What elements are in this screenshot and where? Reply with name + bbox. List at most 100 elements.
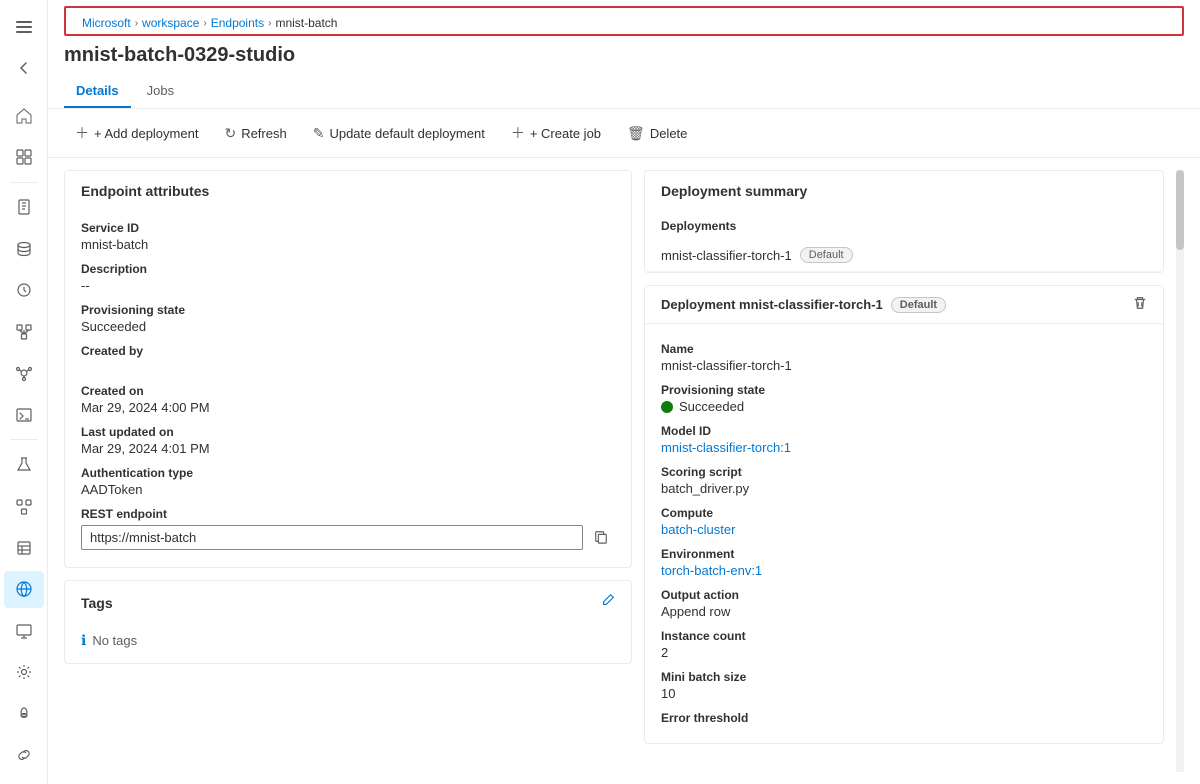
info-icon: ℹ xyxy=(81,632,86,649)
sidebar-item-dashboard[interactable] xyxy=(4,138,44,175)
detail-model-id-value[interactable]: mnist-classifier-torch:1 xyxy=(661,440,1147,455)
delete-button[interactable]: 🗑 Delete xyxy=(616,119,698,148)
detail-instance-value: 2 xyxy=(661,645,1147,660)
sidebar-item-terminal[interactable] xyxy=(4,396,44,433)
sidebar-divider2 xyxy=(10,439,38,440)
rest-endpoint-input[interactable] xyxy=(81,525,583,550)
detail-env-value[interactable]: torch-batch-env:1 xyxy=(661,563,1147,578)
deployment-header-badge: Default xyxy=(891,297,946,313)
detail-scoring-value: batch_driver.py xyxy=(661,481,1147,496)
sidebar-item-pipelines[interactable] xyxy=(4,488,44,525)
deployment-summary-header: Deployment summary xyxy=(645,171,1163,207)
detail-provisioning-value: Succeeded xyxy=(679,399,744,414)
description-value: -- xyxy=(81,278,615,293)
detail-model-id-label: Model ID xyxy=(661,424,1147,438)
no-tags-text: No tags xyxy=(92,633,137,648)
service-id-label: Service ID xyxy=(81,221,615,235)
detail-output-label: Output action xyxy=(661,588,1147,602)
sidebar-item-jobs[interactable] xyxy=(4,272,44,309)
created-by-value xyxy=(81,360,615,374)
default-badge: Default xyxy=(800,247,853,263)
created-on-label: Created on xyxy=(81,384,615,398)
breadcrumb: Microsoft › workspace › Endpoints › mnis… xyxy=(64,6,1184,36)
provisioning-state-value: Succeeded xyxy=(81,319,615,334)
detail-minibatch-label: Mini batch size xyxy=(661,670,1147,684)
breadcrumb-sep1: › xyxy=(135,18,138,29)
auth-type-label: Authentication type xyxy=(81,466,615,480)
deployments-label: Deployments xyxy=(661,219,1147,233)
add-deployment-button[interactable]: ＋ + Add deployment xyxy=(64,117,209,149)
right-panel: Deployment summary Deployments mnist-cla… xyxy=(644,170,1164,772)
content-area: Endpoint attributes Service ID mnist-bat… xyxy=(48,158,1200,784)
sidebar-item-monitor[interactable] xyxy=(4,612,44,649)
detail-instance-label: Instance count xyxy=(661,629,1147,643)
scroll-track xyxy=(1176,170,1184,772)
detail-compute-label: Compute xyxy=(661,506,1147,520)
add-icon: ＋ xyxy=(75,123,89,143)
create-job-button[interactable]: ＋ + Create job xyxy=(500,117,612,149)
breadcrumb-sep2: › xyxy=(203,18,206,29)
page-title: mnist-batch-0329-studio xyxy=(64,44,1184,67)
detail-scoring-label: Scoring script xyxy=(661,465,1147,479)
back-button[interactable] xyxy=(4,49,44,86)
tags-card-header: Tags xyxy=(65,581,631,624)
sidebar-item-data[interactable] xyxy=(4,230,44,267)
detail-minibatch-value: 10 xyxy=(661,686,1147,701)
sidebar-item-notebook[interactable] xyxy=(4,189,44,226)
last-updated-value: Mar 29, 2024 4:01 PM xyxy=(81,441,615,456)
endpoint-attributes-card: Endpoint attributes Service ID mnist-bat… xyxy=(64,170,632,568)
sidebar-item-settings[interactable] xyxy=(4,695,44,732)
detail-provisioning-label: Provisioning state xyxy=(661,383,1147,397)
detail-name-value: mnist-classifier-torch-1 xyxy=(661,358,1147,373)
tags-card: Tags ℹ No tags xyxy=(64,580,632,664)
detail-env-label: Environment xyxy=(661,547,1147,561)
sidebar-item-components[interactable] xyxy=(4,313,44,350)
update-default-button[interactable]: ✎ Update default deployment xyxy=(302,119,496,148)
sidebar-item-home[interactable] xyxy=(4,97,44,134)
refresh-button[interactable]: ↻ Refresh xyxy=(213,119,297,148)
deployment-detail-header: Deployment mnist-classifier-torch-1 Defa… xyxy=(645,286,1163,324)
toolbar: ＋ + Add deployment ↻ Refresh ✎ Update de… xyxy=(48,109,1200,158)
update-icon: ✎ xyxy=(313,125,325,142)
provisioning-state-label: Provisioning state xyxy=(81,303,615,317)
breadcrumb-workspace[interactable]: workspace xyxy=(142,16,199,30)
breadcrumb-current: mnist-batch xyxy=(275,16,337,30)
scroll-thumb xyxy=(1176,170,1184,250)
created-on-value: Mar 29, 2024 4:00 PM xyxy=(81,400,615,415)
delete-deployment-button[interactable] xyxy=(1133,296,1147,313)
create-icon: ＋ xyxy=(511,123,525,143)
copy-endpoint-button[interactable] xyxy=(587,523,615,551)
deployment-list-item[interactable]: mnist-classifier-torch-1 Default xyxy=(645,239,1163,272)
sidebar-item-models[interactable] xyxy=(4,355,44,392)
sidebar xyxy=(0,0,48,784)
update-default-label: Update default deployment xyxy=(329,126,484,141)
delete-label: Delete xyxy=(650,126,688,141)
sidebar-item-datasets[interactable] xyxy=(4,529,44,566)
tab-jobs[interactable]: Jobs xyxy=(135,75,186,108)
refresh-label: Refresh xyxy=(241,126,287,141)
detail-provisioning-row: Succeeded xyxy=(661,399,1147,414)
deployment-detail-body: Name mnist-classifier-torch-1 Provisioni… xyxy=(645,324,1163,743)
edit-tags-button[interactable] xyxy=(601,593,615,612)
service-id-value: mnist-batch xyxy=(81,237,615,252)
detail-error-threshold-label: Error threshold xyxy=(661,711,1147,725)
breadcrumb-endpoints[interactable]: Endpoints xyxy=(211,16,264,30)
created-by-label: Created by xyxy=(81,344,615,358)
tab-details[interactable]: Details xyxy=(64,75,131,108)
page-header: mnist-batch-0329-studio xyxy=(48,36,1200,71)
description-label: Description xyxy=(81,262,615,276)
auth-type-value: AADToken xyxy=(81,482,615,497)
sidebar-divider xyxy=(10,182,38,183)
sidebar-item-endpoints[interactable] xyxy=(4,571,44,608)
endpoint-attributes-body: Service ID mnist-batch Description -- Pr… xyxy=(65,207,631,567)
detail-compute-value[interactable]: batch-cluster xyxy=(661,522,1147,537)
endpoint-row xyxy=(81,523,615,551)
last-updated-label: Last updated on xyxy=(81,425,615,439)
hamburger-button[interactable] xyxy=(4,8,44,45)
breadcrumb-microsoft[interactable]: Microsoft xyxy=(82,16,131,30)
sidebar-item-compute[interactable] xyxy=(4,654,44,691)
sidebar-item-links[interactable] xyxy=(4,737,44,774)
add-deployment-label: + Add deployment xyxy=(94,126,198,141)
create-job-label: + Create job xyxy=(530,126,601,141)
sidebar-item-experiments[interactable] xyxy=(4,446,44,483)
